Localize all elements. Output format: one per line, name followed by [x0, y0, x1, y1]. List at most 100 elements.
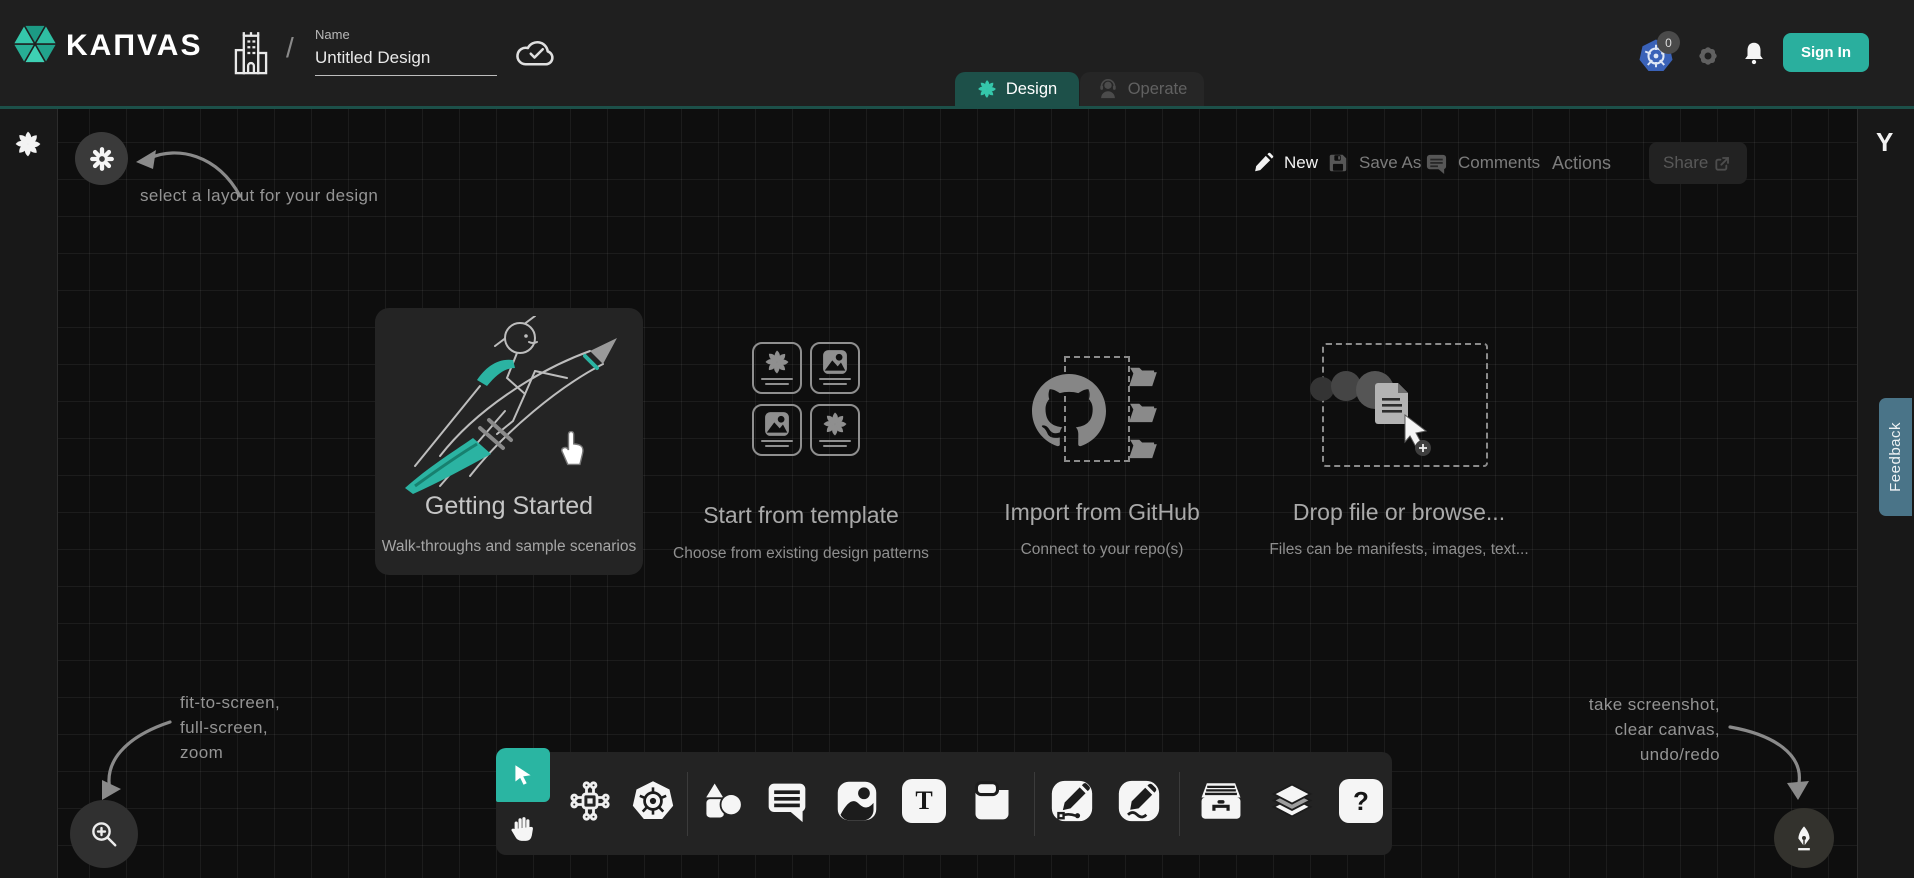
- text-tool-button[interactable]: T: [901, 778, 947, 824]
- top-bar: KAΠVAS / Name Design: [0, 0, 1914, 106]
- design-swirl-icon: [977, 79, 997, 99]
- note-icon: [970, 779, 1014, 823]
- start-from-template-card[interactable]: .cut{fill:#0e0e0e}: [744, 340, 869, 466]
- comment-icon: [765, 779, 809, 823]
- new-button[interactable]: New: [1252, 143, 1318, 183]
- comments-button[interactable]: Comments: [1425, 143, 1540, 183]
- tab-design[interactable]: Design: [955, 72, 1079, 106]
- bottom-toolbar: T: [496, 752, 1392, 855]
- layout-hint-text: select a layout for your design: [140, 186, 378, 206]
- pencil-scribble-icon: [1117, 779, 1161, 823]
- shapes-icon: [700, 779, 744, 823]
- comments-icon: [1425, 152, 1448, 175]
- getting-started-card[interactable]: [375, 308, 643, 575]
- kubernetes-tool-button[interactable]: [630, 778, 676, 824]
- drawer-icon: [1198, 779, 1244, 823]
- zoom-button[interactable]: [70, 800, 138, 868]
- new-label: New: [1284, 153, 1318, 173]
- note-tool-button[interactable]: [969, 778, 1015, 824]
- template-mini-card: [752, 342, 802, 394]
- pen-tool-button[interactable]: [1049, 778, 1095, 824]
- repo-folder-icon: [1128, 436, 1158, 460]
- pen-path-icon: [1050, 779, 1094, 823]
- left-rail: [0, 109, 58, 878]
- tab-operate-label: Operate: [1128, 80, 1188, 99]
- feedback-label: Feedback: [1887, 422, 1904, 492]
- kanvas-app: KAΠVAS / Name Design: [0, 0, 1914, 878]
- repo-folder-icon: [1128, 400, 1158, 424]
- kanvas-logo-icon: [12, 21, 58, 72]
- card-title: Drop file or browse...: [1264, 499, 1534, 526]
- design-name-input[interactable]: [315, 48, 497, 76]
- select-tool-button[interactable]: [496, 748, 550, 802]
- zoom-hint-text: fit-to-screen, full-screen, zoom: [180, 690, 280, 765]
- circuit-tool-button[interactable]: [567, 778, 613, 824]
- drop-file-card[interactable]: [1322, 343, 1488, 467]
- card-title: Import from GitHub: [967, 499, 1237, 526]
- flower-asterisk-icon: [89, 146, 115, 172]
- hand-cursor-icon: [555, 426, 589, 466]
- repo-folder-icon: [1128, 364, 1158, 388]
- card-subtitle: Choose from existing design patterns: [651, 545, 951, 563]
- pencil-new-icon: [1252, 152, 1274, 174]
- card-title: Start from template: [666, 502, 936, 529]
- magnifier-zoom-in-icon: [89, 819, 119, 849]
- card-title: Getting Started: [375, 492, 643, 521]
- screenshot-hint-text: take screenshot, clear canvas, undo/redo: [1520, 692, 1720, 767]
- actions-label: Actions: [1552, 153, 1611, 174]
- layers-tool-button[interactable]: [1269, 778, 1315, 824]
- save-as-label: Save As: [1359, 153, 1421, 173]
- template-mini-card: [752, 404, 802, 456]
- organization-icon[interactable]: [232, 30, 270, 81]
- pan-tool-button[interactable]: [496, 802, 550, 855]
- toolbar-divider: [1034, 772, 1035, 836]
- collaboration-y-icon: Y: [1876, 127, 1893, 158]
- layers-icon: [1269, 779, 1315, 823]
- template-mini-card: .cut{fill:#0e0e0e}: [810, 342, 860, 394]
- drop-file-illustration: [1310, 363, 1460, 473]
- design-name-field: Name: [315, 27, 497, 76]
- tab-operate[interactable]: Operate: [1080, 72, 1204, 106]
- header-accent-divider: [0, 106, 1914, 109]
- spinner-swirl-icon: [14, 130, 42, 163]
- save-as-button[interactable]: Save As: [1327, 143, 1421, 183]
- kubernetes-helm-icon: [631, 779, 675, 823]
- hand-pan-icon: [510, 815, 536, 843]
- share-link-icon: [1713, 153, 1733, 173]
- zoom-hint-arrow: [90, 712, 185, 807]
- help-tool-button[interactable]: ?: [1338, 778, 1384, 824]
- tab-design-label: Design: [1006, 80, 1057, 99]
- pen-actions-button[interactable]: [1774, 808, 1834, 868]
- rocket-rider-illustration: [385, 316, 635, 501]
- brand-name: KAΠVAS: [66, 29, 202, 63]
- settings-gear-icon[interactable]: [1694, 42, 1722, 75]
- pen-nib-icon: [1790, 824, 1818, 852]
- comments-label: Comments: [1458, 153, 1540, 173]
- circuit-icon: [569, 780, 611, 822]
- sign-in-button[interactable]: Sign In: [1783, 33, 1869, 72]
- comment-tool-button[interactable]: [764, 778, 810, 824]
- toolbar-divider: [687, 772, 688, 836]
- pencil-tool-button[interactable]: [1116, 778, 1162, 824]
- drawer-tool-button[interactable]: [1198, 778, 1244, 824]
- screenshot-hint-arrow: [1725, 715, 1815, 805]
- image-tool-button[interactable]: [834, 778, 880, 824]
- design-name-label: Name: [315, 27, 497, 42]
- card-subtitle: Files can be manifests, images, text...: [1249, 541, 1549, 559]
- share-button[interactable]: Share: [1649, 142, 1747, 184]
- notifications-bell-icon[interactable]: [1741, 40, 1767, 71]
- feedback-tab[interactable]: Feedback: [1879, 398, 1912, 516]
- import-from-github-card[interactable]: [1030, 350, 1175, 470]
- share-label: Share: [1663, 153, 1708, 173]
- notifications-badge: 0: [1657, 31, 1680, 54]
- floppy-save-icon: [1327, 152, 1349, 174]
- shapes-tool-button[interactable]: [699, 778, 745, 824]
- template-mini-card: [810, 404, 860, 456]
- image-icon: [835, 779, 879, 823]
- help-tool-glyph: ?: [1353, 786, 1369, 817]
- toolbar-divider: [1179, 772, 1180, 836]
- cursor-arrow-icon: [510, 762, 536, 788]
- layout-picker-button[interactable]: [75, 132, 128, 185]
- card-subtitle: Connect to your repo(s): [967, 541, 1237, 559]
- card-subtitle: Walk-throughs and sample scenarios: [355, 538, 663, 556]
